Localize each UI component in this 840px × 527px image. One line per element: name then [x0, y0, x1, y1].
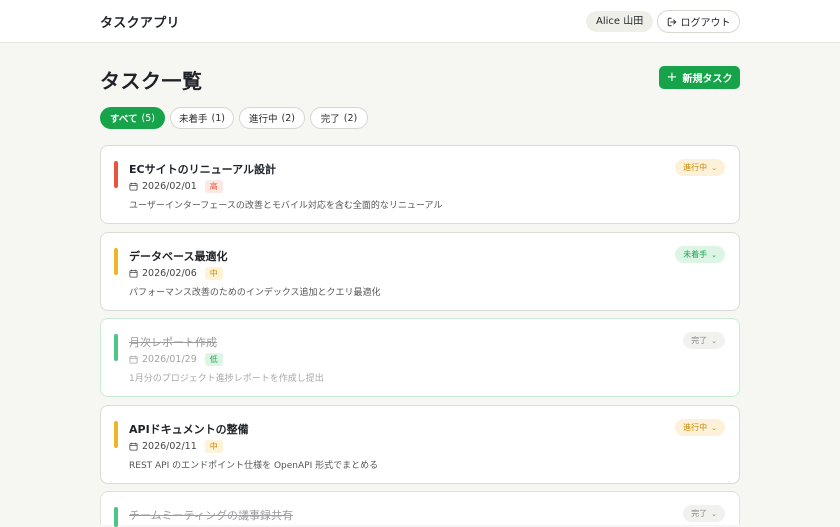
task-description: 1月分のプロジェクト進捗レポートを作成し提出 [129, 374, 324, 384]
status-label: 未着手 [683, 250, 708, 259]
logout-button[interactable]: ログアウト [657, 10, 740, 33]
task-date: 2026/02/11 [142, 440, 197, 452]
priority-bar [114, 161, 118, 188]
user-badge[interactable]: Alice 山田 [586, 11, 654, 32]
task-meta: 2026/02/11 中 [129, 439, 223, 453]
tab-done[interactable]: 完了 (2) [310, 107, 368, 129]
calendar-icon [129, 355, 138, 364]
task-card[interactable]: ECサイトのリニューアル設計 2026/02/01 高 ユーザーインターフェース… [100, 145, 740, 224]
chevron-down-icon: ⌄ [711, 336, 717, 345]
priority-badge: 中 [204, 266, 223, 280]
priority-badge: 高 [204, 179, 223, 193]
task-card[interactable]: APIドキュメントの整備 2026/02/11 中 REST API のエンドポ… [100, 405, 740, 484]
task-date: 2026/02/01 [142, 180, 197, 192]
task-card[interactable]: 月次レポート作成 2026/01/29 低 1月分のプロジェクト進捗レポートを作… [100, 318, 740, 397]
logout-icon [667, 17, 676, 26]
tab-label: 完了 [320, 114, 340, 125]
tab-count: (5) [141, 112, 155, 124]
priority-badge: 中 [204, 439, 223, 453]
calendar-icon [129, 442, 138, 451]
logout-label: ログアウト [680, 18, 731, 29]
plus-icon: + [666, 70, 678, 85]
status-dropdown[interactable]: 完了 ⌄ [683, 332, 725, 349]
status-label: 完了 [691, 509, 708, 518]
app-header: タスクアプリ Alice 山田 ログアウト [0, 0, 840, 43]
tab-in-progress[interactable]: 進行中 (2) [239, 107, 305, 129]
task-meta: 2026/02/06 中 [129, 266, 223, 280]
task-date: 2026/01/29 [142, 353, 197, 365]
tab-label: 未着手 [179, 114, 208, 125]
page-title: タスク一覧 [100, 69, 203, 93]
task-title: チームミーティングの議事録共有 [129, 509, 294, 522]
tab-all[interactable]: すべて (5) [100, 107, 165, 129]
status-label: 進行中 [683, 163, 708, 172]
priority-bar [114, 421, 118, 448]
status-label: 完了 [691, 336, 708, 345]
task-title: APIドキュメントの整備 [129, 423, 249, 436]
priority-bar [114, 248, 118, 275]
tab-label: すべて [110, 114, 138, 125]
chevron-down-icon: ⌄ [711, 250, 717, 259]
task-title: ECサイトのリニューアル設計 [129, 163, 277, 176]
tab-count: (2) [343, 112, 358, 124]
status-dropdown[interactable]: 未着手 ⌄ [675, 246, 725, 263]
task-date: 2026/02/06 [142, 267, 197, 279]
chevron-down-icon: ⌄ [711, 509, 717, 518]
tab-count: (2) [281, 112, 295, 124]
status-dropdown[interactable]: 完了 ⌄ [683, 505, 725, 522]
app-title: タスクアプリ [100, 16, 180, 31]
task-meta: 2026/02/01 高 [129, 179, 223, 193]
calendar-icon [129, 269, 138, 278]
priority-badge: 低 [204, 352, 223, 366]
tab-todo[interactable]: 未着手 (1) [170, 107, 234, 129]
status-label: 進行中 [683, 423, 708, 432]
task-meta: 2026/01/29 低 [129, 352, 223, 366]
task-description: REST API のエンドポイント仕様を OpenAPI 形式でまとめる [129, 461, 379, 471]
new-task-button[interactable]: + 新規タスク [659, 66, 740, 89]
calendar-icon [129, 182, 138, 191]
new-task-label: 新規タスク [682, 74, 733, 85]
task-description: ユーザーインターフェースの改善とモバイル対応を含む全面的なリニューアル [129, 201, 443, 211]
tab-count: (1) [211, 112, 225, 124]
task-description: パフォーマンス改善のためのインデックス追加とクエリ最適化 [129, 288, 381, 298]
task-card[interactable]: データベース最適化 2026/02/06 中 パフォーマンス改善のためのインデッ… [100, 232, 740, 311]
task-title: 月次レポート作成 [129, 336, 217, 349]
chevron-down-icon: ⌄ [711, 423, 717, 432]
chevron-down-icon: ⌄ [711, 163, 717, 172]
priority-bar [114, 507, 118, 527]
status-dropdown[interactable]: 進行中 ⌄ [675, 419, 725, 436]
task-title: データベース最適化 [129, 250, 228, 263]
tab-label: 進行中 [249, 114, 278, 125]
priority-bar [114, 334, 118, 361]
task-card[interactable]: チームミーティングの議事録共有 完了 ⌄ [100, 491, 740, 527]
status-dropdown[interactable]: 進行中 ⌄ [675, 159, 725, 176]
